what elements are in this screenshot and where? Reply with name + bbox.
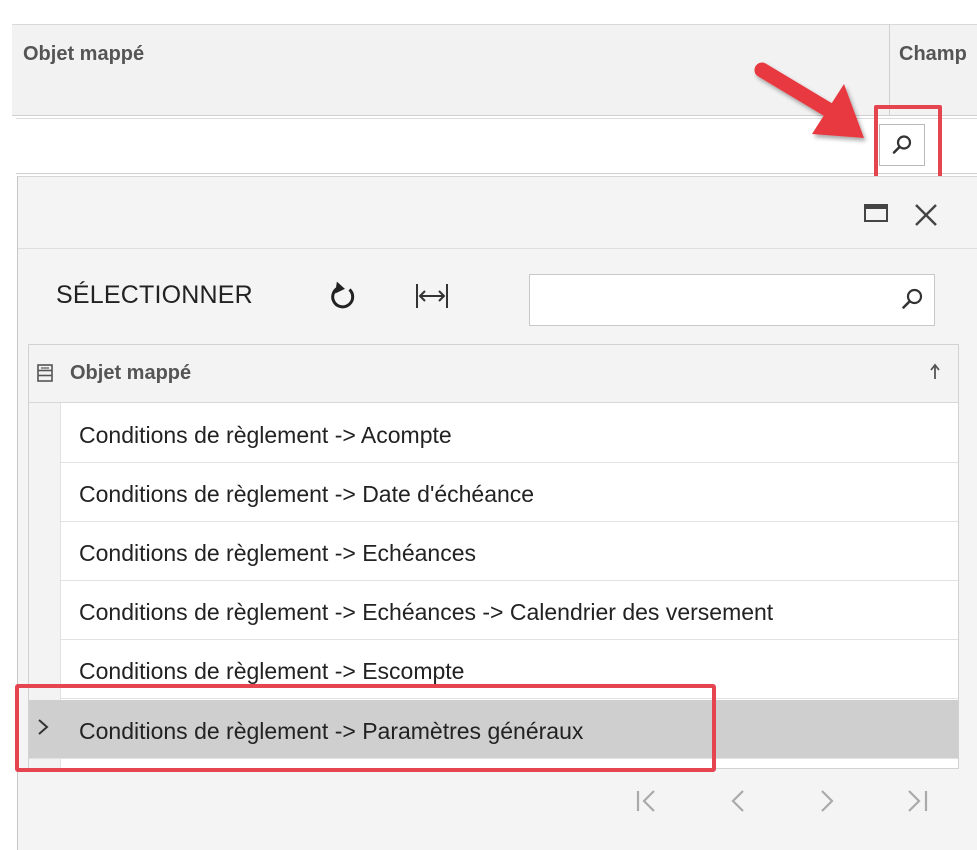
column-chooser-icon[interactable]	[36, 363, 54, 383]
column-header-champ[interactable]: Champ	[899, 43, 967, 66]
column-divider	[889, 24, 890, 116]
last-page-icon[interactable]	[901, 784, 933, 818]
top-strip	[0, 0, 977, 24]
refresh-icon[interactable]	[327, 279, 359, 313]
row-text: Conditions de règlement -> Echéances	[79, 540, 476, 566]
table-row[interactable]: Conditions de règlement -> Echéances -> …	[61, 581, 958, 640]
table-row[interactable]: Conditions de règlement -> Date d'échéan…	[61, 463, 958, 522]
sort-ascending-icon[interactable]	[928, 362, 942, 382]
lookup-column-header[interactable]: Objet mappé	[70, 362, 191, 385]
fit-columns-icon[interactable]	[414, 281, 450, 311]
row-text: Conditions de règlement -> Date d'échéan…	[79, 481, 535, 507]
first-page-icon[interactable]	[632, 784, 664, 818]
popup-search-box[interactable]	[529, 274, 935, 326]
select-button[interactable]: SÉLECTIONNER	[56, 281, 253, 310]
highlight-box-lookup	[874, 105, 942, 183]
column-header-objet-mappe[interactable]: Objet mappé	[23, 43, 144, 66]
maximize-icon[interactable]	[864, 204, 888, 222]
previous-page-icon[interactable]	[723, 784, 755, 818]
row-text: Conditions de règlement -> Acompte	[79, 422, 452, 448]
annotation-arrow-icon	[754, 62, 864, 138]
next-page-icon[interactable]	[810, 784, 842, 818]
table-row[interactable]: Conditions de règlement -> Echéances	[61, 522, 958, 581]
popup-titlebar	[18, 177, 977, 249]
row-text: Conditions de règlement -> Echéances -> …	[79, 599, 774, 625]
close-icon[interactable]	[910, 199, 942, 231]
highlight-box-row	[15, 684, 716, 772]
table-row[interactable]: Conditions de règlement -> Acompte	[61, 404, 958, 463]
popup-search-input[interactable]	[530, 275, 890, 325]
search-icon[interactable]	[899, 286, 925, 312]
